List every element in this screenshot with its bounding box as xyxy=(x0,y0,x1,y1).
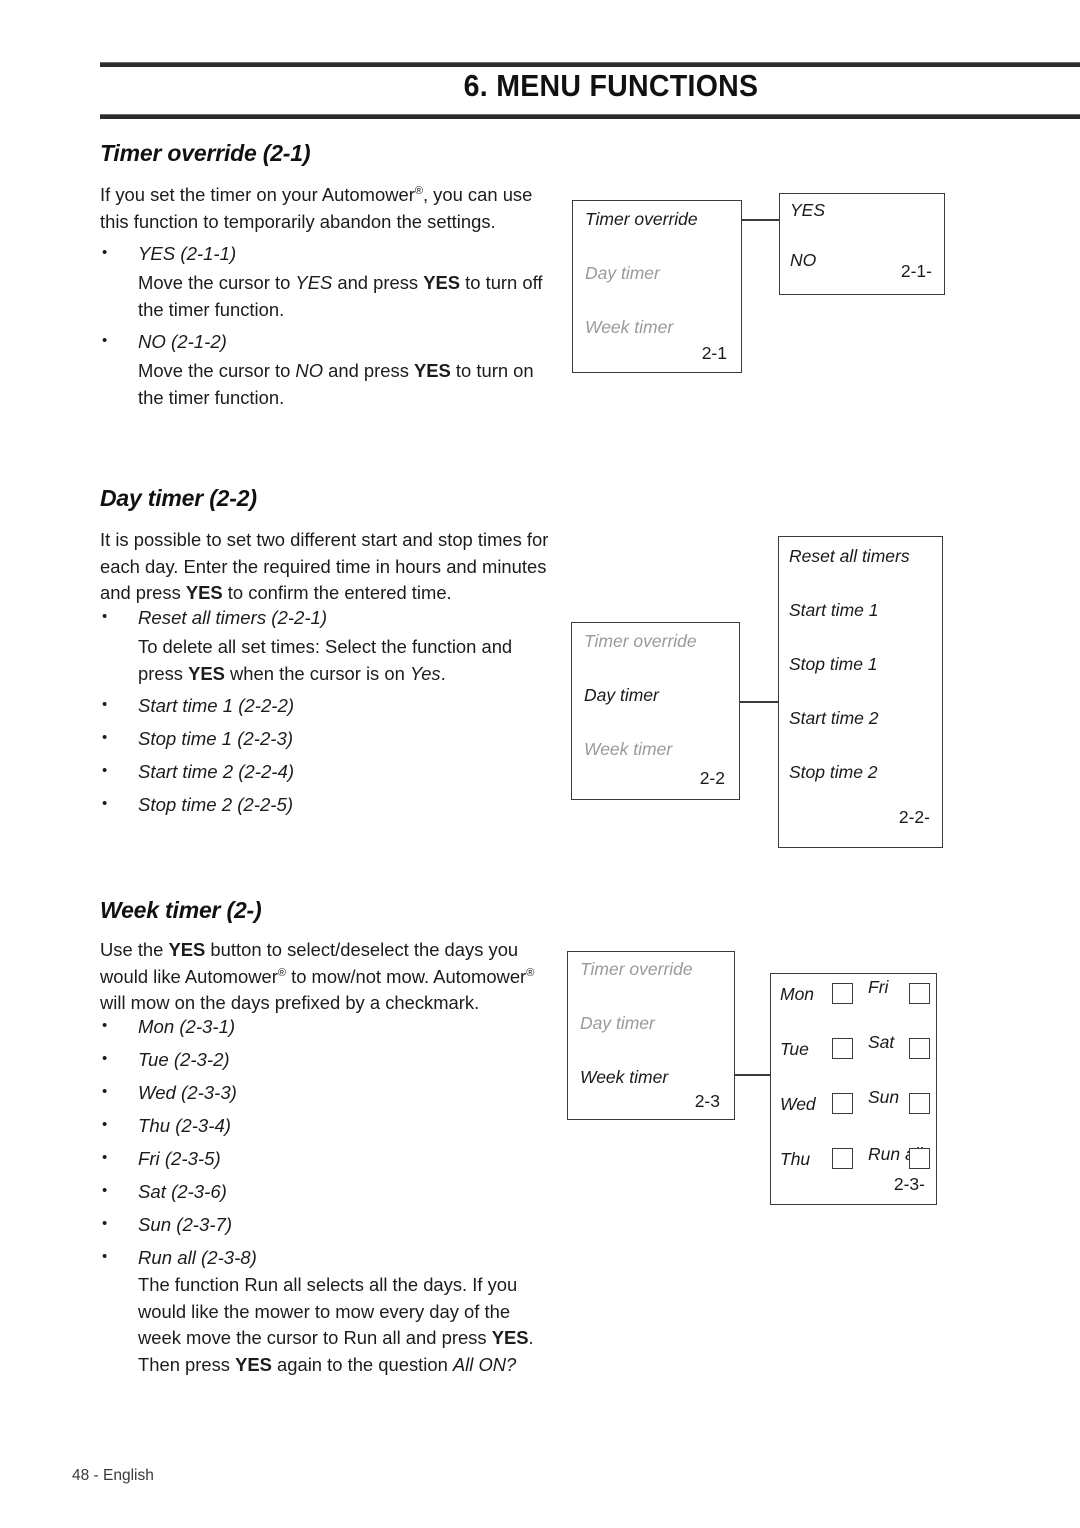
menu-box-day-timer: Timer override Day timer Week timer 2-2 xyxy=(571,622,740,800)
menu-box-code: 2-1 xyxy=(701,343,727,363)
menu-item-week-timer[interactable]: Week timer xyxy=(585,317,673,338)
day-label-wed: Wed xyxy=(780,1094,816,1114)
list-item: Wed (2-3-3) xyxy=(100,1075,552,1109)
day-label-sat: Sat xyxy=(868,1032,895,1052)
menu-box-timer-override: Timer override Day timer Week timer 2-1 xyxy=(572,200,742,373)
menu-item-day-timer[interactable]: Day timer xyxy=(585,263,660,284)
detail-item-start-time-2[interactable]: Start time 2 xyxy=(789,708,878,729)
list-item: Fri (2-3-5) xyxy=(100,1141,552,1175)
detail-box-week-timer: Mon Tue Wed Thu Fri Sat Sun Run all 2-3- xyxy=(770,973,937,1205)
detail-item-stop-time-1[interactable]: Stop time 1 xyxy=(789,654,878,675)
diagram-connector-3 xyxy=(734,1074,772,1076)
day-checkbox-fri[interactable] xyxy=(909,983,930,1004)
menu-box-code: 2-3 xyxy=(694,1091,720,1111)
day-checkbox-wed[interactable] xyxy=(832,1093,853,1114)
detail-box-day-timer: Reset all timers Start time 1 Stop time … xyxy=(778,536,943,848)
sub-paragraph-reset-all-timers: To delete all set times: Select the func… xyxy=(138,636,513,684)
detail-box-code: 2-1- xyxy=(900,261,932,281)
header-rule-bottom xyxy=(100,114,1080,119)
header-rule-top xyxy=(100,62,1080,67)
list-item: Sat (2-3-6) xyxy=(100,1174,552,1208)
bullet-list-day-timer-times: Start time 1 (2-2-2) Stop time 1 (2-2-3)… xyxy=(100,688,552,821)
detail-item-reset-all-timers[interactable]: Reset all timers xyxy=(789,546,910,567)
page-footer: 48 - English xyxy=(72,1467,154,1484)
sub-paragraph-run-all: The function Run all selects all the day… xyxy=(138,1274,534,1375)
day-label-tue: Tue xyxy=(780,1039,809,1059)
detail-item-stop-time-2[interactable]: Stop time 2 xyxy=(789,762,878,783)
list-item: Run all (2-3-8) xyxy=(100,1240,552,1274)
menu-item-week-timer[interactable]: Week timer xyxy=(580,1067,668,1088)
menu-item-timer-override[interactable]: Timer override xyxy=(584,631,697,652)
menu-item-day-timer[interactable]: Day timer xyxy=(580,1013,655,1034)
sub-paragraph-yes: Move the cursor to YES and press YES to … xyxy=(138,272,543,320)
menu-box-code: 2-2 xyxy=(699,768,725,788)
diagram-connector-2 xyxy=(739,701,780,703)
list-item: Sun (2-3-7) xyxy=(100,1207,552,1241)
diagram-connector-1 xyxy=(741,219,780,221)
page-title: 6. MENU FUNCTIONS xyxy=(463,68,759,103)
section-heading-day-timer: Day timer (2-2) xyxy=(100,485,257,511)
detail-box-code: 2-2- xyxy=(898,807,930,827)
bullet-list-timer-override-no: NO (2-1-2) xyxy=(100,324,552,358)
detail-box-code: 2-3- xyxy=(893,1174,925,1194)
list-item: Start time 1 (2-2-2) xyxy=(100,688,552,722)
menu-item-day-timer[interactable]: Day timer xyxy=(584,685,659,706)
section-heading-timer-override: Timer override (2-1) xyxy=(100,140,311,166)
list-item: YES (2-1-1) xyxy=(100,236,552,270)
list-item: Thu (2-3-4) xyxy=(100,1108,552,1142)
section-heading-week-timer: Week timer (2-) xyxy=(100,897,262,923)
day-label-sun: Sun xyxy=(868,1087,900,1107)
bullet-list-week-days: Mon (2-3-1) Tue (2-3-2) Wed (2-3-3) Thu … xyxy=(100,1009,552,1274)
day-checkbox-mon[interactable] xyxy=(832,983,853,1004)
day-checkbox-thu[interactable] xyxy=(832,1148,853,1169)
section-intro-timer-override: If you set the timer on your Automower®,… xyxy=(100,184,533,232)
list-item: Tue (2-3-2) xyxy=(100,1042,552,1076)
day-label-fri: Fri xyxy=(868,977,889,997)
day-checkbox-sun[interactable] xyxy=(909,1093,930,1114)
section-intro-week-timer: Use the YES button to select/deselect th… xyxy=(100,939,535,1013)
bullet-list-reset-all-timers: Reset all timers (2-2-1) xyxy=(100,600,552,634)
list-item: Reset all timers (2-2-1) xyxy=(100,600,552,634)
menu-item-week-timer[interactable]: Week timer xyxy=(584,739,672,760)
list-item: NO (2-1-2) xyxy=(100,324,552,358)
detail-item-yes[interactable]: YES xyxy=(790,200,825,221)
detail-item-start-time-1[interactable]: Start time 1 xyxy=(789,600,878,621)
detail-item-no[interactable]: NO xyxy=(790,250,816,271)
menu-item-timer-override[interactable]: Timer override xyxy=(585,209,698,230)
day-label-thu: Thu xyxy=(780,1149,811,1169)
section-intro-day-timer: It is possible to set two different star… xyxy=(100,529,549,603)
list-item: Mon (2-3-1) xyxy=(100,1009,552,1043)
day-checkbox-sat[interactable] xyxy=(909,1038,930,1059)
list-item: Stop time 2 (2-2-5) xyxy=(100,787,552,821)
list-item: Stop time 1 (2-2-3) xyxy=(100,721,552,755)
menu-item-timer-override[interactable]: Timer override xyxy=(580,959,693,980)
menu-box-week-timer: Timer override Day timer Week timer 2-3 xyxy=(567,951,735,1120)
day-checkbox-tue[interactable] xyxy=(832,1038,853,1059)
sub-paragraph-no: Move the cursor to NO and press YES to t… xyxy=(138,360,534,408)
list-item: Start time 2 (2-2-4) xyxy=(100,754,552,788)
day-label-mon: Mon xyxy=(780,984,815,1004)
detail-box-timer-override: YES NO 2-1- xyxy=(779,193,945,295)
day-checkbox-run-all[interactable] xyxy=(909,1148,930,1169)
bullet-list-timer-override: YES (2-1-1) xyxy=(100,236,552,270)
